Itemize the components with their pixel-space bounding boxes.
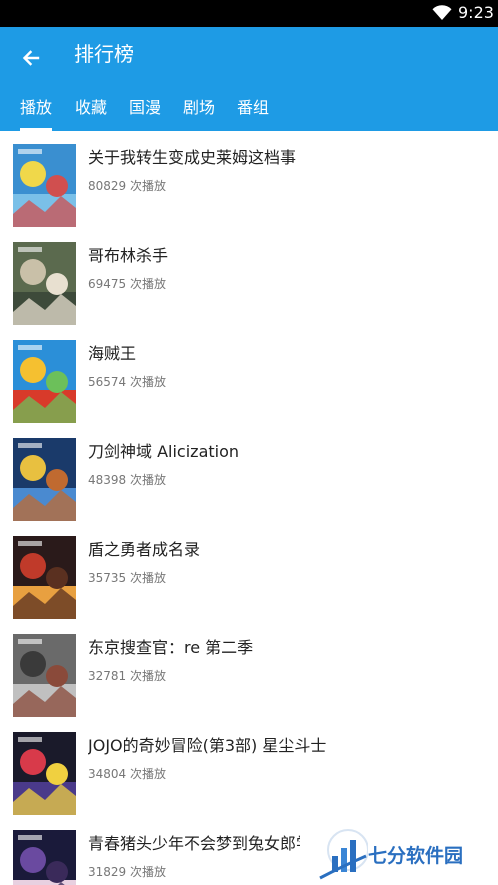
cover-image xyxy=(13,634,76,717)
tab-theater[interactable]: 剧场 xyxy=(183,93,215,131)
cover-image xyxy=(13,732,76,815)
cover-image xyxy=(13,438,76,521)
cover-art xyxy=(13,438,76,521)
play-count: 35735 次播放 xyxy=(88,571,166,585)
list-item[interactable]: 刀剑神域 Alicization 48398 次播放 xyxy=(0,425,498,523)
cover-image xyxy=(13,242,76,325)
app-bar: 排行榜 播放 收藏 国漫 剧场 番组 xyxy=(0,27,498,131)
play-count: 56574 次播放 xyxy=(88,375,166,389)
item-title: 青春猪头少年不会梦到兔女郎学姐 xyxy=(88,834,300,853)
item-title: 哥布林杀手 xyxy=(88,246,169,265)
back-arrow-icon xyxy=(22,50,40,66)
tab-series[interactable]: 番组 xyxy=(237,93,269,131)
page-title: 排行榜 xyxy=(74,42,134,66)
item-title: 海贼王 xyxy=(88,344,137,363)
tab-bar: 播放 收藏 国漫 剧场 番组 xyxy=(0,91,498,131)
list-item[interactable]: 哥布林杀手 69475 次播放 xyxy=(0,229,498,327)
watermark: 七分软件园 xyxy=(318,826,496,884)
list-item[interactable]: 关于我转生变成史莱姆这档事 80829 次播放 xyxy=(0,131,498,229)
cover-image xyxy=(13,340,76,423)
watermark-logo-icon xyxy=(319,829,368,880)
play-count: 31829 次播放 xyxy=(88,865,166,879)
tab-plays[interactable]: 播放 xyxy=(20,93,53,131)
play-count: 69475 次播放 xyxy=(88,277,166,291)
item-title: JOJO的奇妙冒险(第3部) 星尘斗士 xyxy=(88,736,327,755)
tab-domestic[interactable]: 国漫 xyxy=(129,93,161,131)
wifi-icon xyxy=(432,5,452,20)
cover-image xyxy=(13,830,76,885)
list-item[interactable]: JOJO的奇妙冒险(第3部) 星尘斗士 34804 次播放 xyxy=(0,719,498,817)
back-button[interactable] xyxy=(14,41,48,75)
cover-art xyxy=(13,340,76,423)
list-item[interactable]: 盾之勇者成名录 35735 次播放 xyxy=(0,523,498,621)
watermark-text: 七分软件园 xyxy=(368,845,464,867)
item-title: 刀剑神域 Alicization xyxy=(88,442,240,461)
cover-image xyxy=(13,144,76,227)
play-count: 34804 次播放 xyxy=(88,767,166,781)
cover-art xyxy=(13,242,76,325)
cover-art xyxy=(13,144,76,227)
status-bar: 9:23 xyxy=(0,0,498,27)
play-count: 48398 次播放 xyxy=(88,473,166,487)
status-time: 9:23 xyxy=(458,3,494,22)
play-count: 80829 次播放 xyxy=(88,179,166,193)
item-title: 关于我转生变成史莱姆这档事 xyxy=(88,148,297,167)
play-count: 32781 次播放 xyxy=(88,669,166,683)
cover-art xyxy=(13,634,76,717)
item-title: 盾之勇者成名录 xyxy=(88,540,201,559)
cover-art xyxy=(13,732,76,815)
list-item[interactable]: 东京搜查官：re 第二季 32781 次播放 xyxy=(0,621,498,719)
item-title: 东京搜查官：re 第二季 xyxy=(88,638,254,657)
list-item[interactable]: 海贼王 56574 次播放 xyxy=(0,327,498,425)
cover-art xyxy=(13,536,76,619)
cover-art xyxy=(13,830,76,885)
cover-image xyxy=(13,536,76,619)
tab-favorites[interactable]: 收藏 xyxy=(75,93,107,131)
